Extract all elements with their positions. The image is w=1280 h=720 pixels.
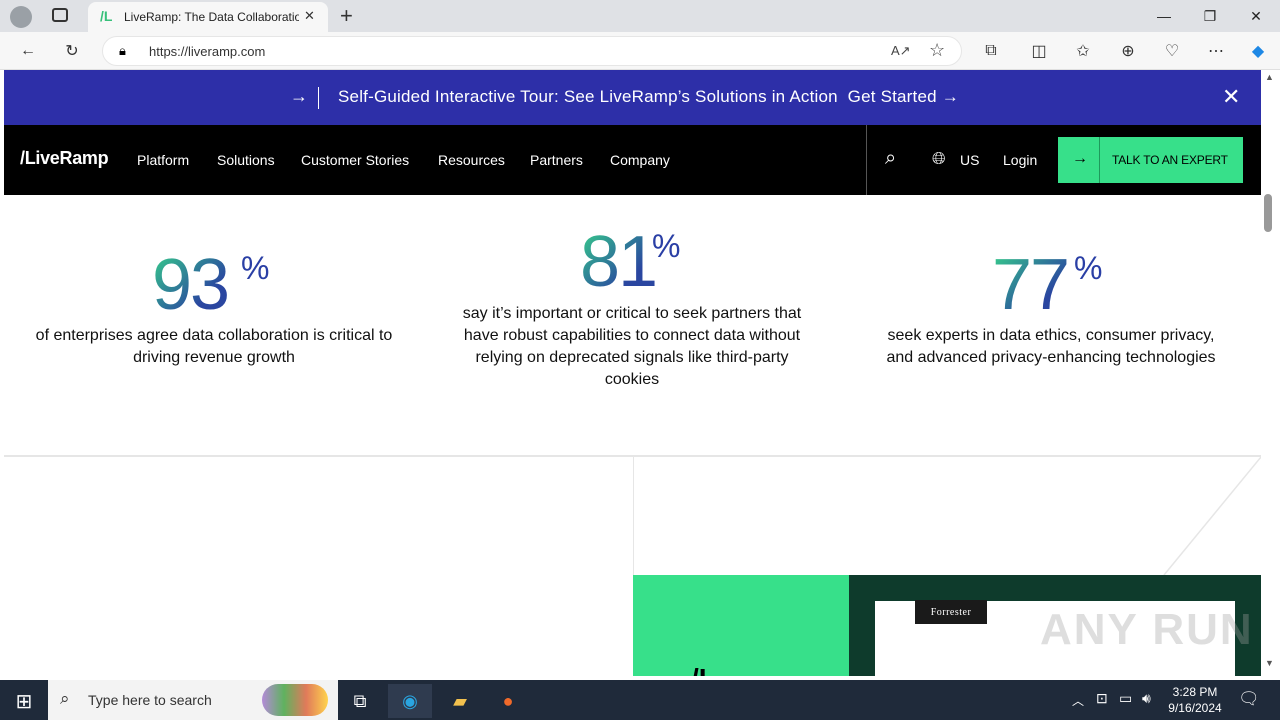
tab-close-icon[interactable]: ✕ <box>304 8 315 24</box>
tab-title: LiveRamp: The Data Collaboration <box>124 10 299 24</box>
banner-cta[interactable]: Get Started → <box>848 87 959 106</box>
scroll-thumb[interactable] <box>1264 194 1272 232</box>
read-aloud-icon[interactable]: A↗ <box>891 43 911 59</box>
favorites-icon[interactable]: ✩ <box>1067 36 1099 66</box>
cta-label: TALK TO AN EXPERT <box>1112 153 1228 167</box>
stat-value: 81 <box>580 222 658 302</box>
minimize-button[interactable]: — <box>1141 0 1187 32</box>
refresh-icon[interactable]: ↻ <box>56 36 88 66</box>
stat-unit: % <box>652 228 681 264</box>
banner-link[interactable]: Self-Guided Interactive Tour: See LiveRa… <box>338 87 959 107</box>
region-selector[interactable]: US <box>960 152 979 168</box>
search-icon: ⌕ <box>60 689 70 708</box>
search-icon[interactable]: ⌕ <box>885 147 896 170</box>
maximize-button[interactable]: ❐ <box>1187 0 1233 32</box>
page-viewport: → Self-Guided Interactive Tour: See Live… <box>4 70 1261 676</box>
search-highlight-icon <box>262 684 328 716</box>
decorative-diagonal-line <box>1163 457 1261 576</box>
stat-description: of enterprises agree data collaboration … <box>35 327 393 366</box>
browser-tab-bar: /L LiveRamp: The Data Collaboration ✕ + … <box>0 0 1280 32</box>
task-view-icon[interactable]: ⧉ <box>338 684 382 718</box>
banner-arrow-icon: → <box>290 86 308 106</box>
back-icon[interactable]: ← <box>12 36 44 66</box>
edge-taskbar-icon[interactable]: ◉ <box>388 684 432 718</box>
nav-item-resources[interactable]: Resources <box>438 152 505 168</box>
promo-banner: → Self-Guided Interactive Tour: See Live… <box>4 70 1261 125</box>
windows-taskbar: ⊞ ⌕ Type here to search ⧉ ◉ ▰ ● ︿ ⊡ ▭ 🔊︎… <box>0 680 1280 720</box>
firefox-icon[interactable]: ● <box>486 684 530 718</box>
cta-arrow-icon: → <box>1072 150 1088 167</box>
profile-icon[interactable] <box>10 6 32 28</box>
page-scrollbar[interactable]: ▲ ▼ <box>1261 70 1280 676</box>
taskbar-clock[interactable]: 3:28 PM 9/16/2024 <box>1166 684 1224 716</box>
extensions-icon[interactable]: ⧉ <box>975 36 1007 66</box>
clock-time: 3:28 PM <box>1172 685 1218 699</box>
copilot-icon[interactable]: ◆ <box>1242 36 1274 66</box>
lock-icon[interactable]: 🔒︎ <box>119 43 126 59</box>
url-text: https://liveramp.com <box>149 44 266 59</box>
nav-item-customer-stories[interactable]: Customer Stories <box>301 152 409 168</box>
stat-value: 77 <box>992 245 1070 325</box>
nav-item-partners[interactable]: Partners <box>530 152 583 168</box>
clock-date: 9/16/2024 <box>1168 701 1222 715</box>
stat-unit: % <box>1074 250 1103 286</box>
browser-tab-active[interactable]: /L LiveRamp: The Data Collaboration ✕ <box>88 2 328 32</box>
favorite-star-icon[interactable]: ☆ <box>929 40 945 61</box>
network-icon[interactable]: ▭ <box>1119 690 1132 707</box>
liveramp-logo[interactable]: /LiveRamp <box>20 148 109 169</box>
volume-icon[interactable]: 🔊︎ <box>1142 690 1151 707</box>
banner-close-icon[interactable]: ✕ <box>1222 84 1240 110</box>
tab-actions-icon[interactable] <box>52 8 68 22</box>
nav-item-platform[interactable]: Platform <box>137 152 189 168</box>
tray-chevron-icon[interactable]: ︿ <box>1072 692 1084 709</box>
new-tab-button[interactable]: + <box>340 3 353 29</box>
scroll-down-icon[interactable]: ▼ <box>1265 658 1274 668</box>
nav-divider <box>866 125 867 195</box>
stat-description: say it’s important or critical to seek p… <box>462 305 802 388</box>
scroll-up-icon[interactable]: ▲ <box>1265 72 1274 82</box>
report-green-panel: /L <box>633 575 849 676</box>
more-menu-icon[interactable]: ⋯ <box>1200 36 1232 66</box>
stat-value: 93 <box>152 245 230 325</box>
banner-divider <box>318 87 319 109</box>
close-window-button[interactable]: ✕ <box>1233 0 1279 32</box>
notifications-icon[interactable]: 🗨︎ <box>1238 689 1260 709</box>
talk-to-expert-button[interactable]: → TALK TO AN EXPERT <box>1058 137 1243 183</box>
collections-icon[interactable]: ⊕ <box>1112 36 1144 66</box>
nav-item-solutions[interactable]: Solutions <box>217 152 275 168</box>
liveramp-favicon-icon: /L <box>100 8 113 24</box>
browser-toolbar: ← ↻ 🔒︎ https://liveramp.com A↗ ☆ ⧉ ◫ ✩ ⊕… <box>0 32 1280 70</box>
watermark: ANY RUN <box>1040 605 1254 654</box>
tray-app-icon[interactable]: ⊡ <box>1096 690 1108 707</box>
main-nav: /LiveRamp Platform Solutions Customer St… <box>4 125 1261 195</box>
banner-text: Self-Guided Interactive Tour: See LiveRa… <box>338 87 838 106</box>
browser-essentials-icon[interactable]: ♡ <box>1156 36 1188 66</box>
windows-start-icon[interactable]: ⊞ <box>2 684 46 718</box>
stat-description: seek experts in data ethics, consumer pr… <box>886 327 1216 366</box>
split-screen-icon[interactable]: ◫ <box>1023 36 1055 66</box>
cta-divider <box>1099 137 1100 183</box>
logo-fragment: /L <box>691 663 716 676</box>
forrester-badge: Forrester <box>915 600 987 624</box>
login-link[interactable]: Login <box>1003 152 1037 168</box>
search-placeholder: Type here to search <box>88 692 212 708</box>
stat-unit: % <box>241 250 270 286</box>
nav-item-company[interactable]: Company <box>610 152 670 168</box>
file-explorer-icon[interactable]: ▰ <box>438 684 482 718</box>
globe-icon[interactable]: 🌐︎ <box>932 149 946 169</box>
address-field[interactable]: 🔒︎ https://liveramp.com A↗ ☆ <box>102 36 962 66</box>
taskbar-search-box[interactable]: ⌕ Type here to search <box>48 680 338 720</box>
